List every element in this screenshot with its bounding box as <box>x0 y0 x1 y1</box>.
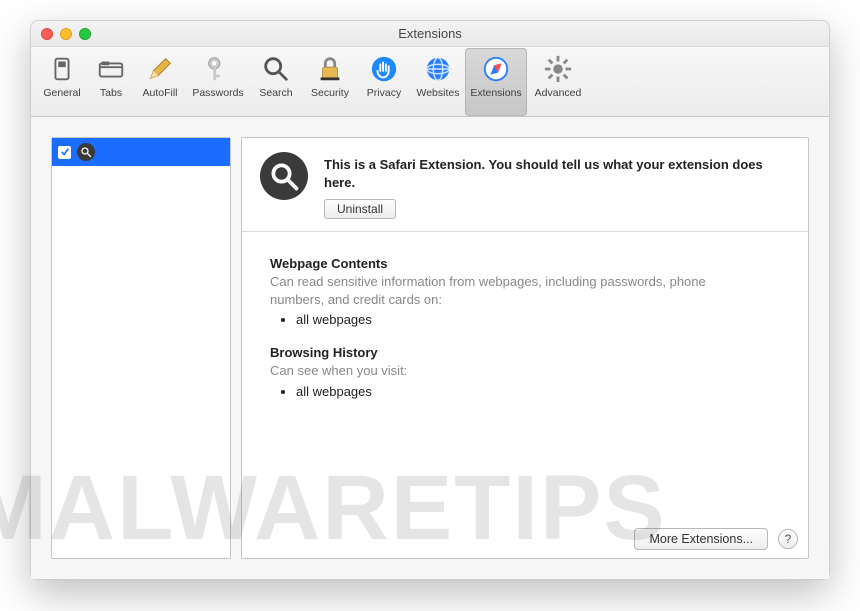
tab-security[interactable]: Security <box>303 48 357 116</box>
perm-item: all webpages <box>296 312 708 327</box>
tab-extensions[interactable]: Extensions <box>465 48 527 116</box>
tab-search-label: Search <box>259 87 292 99</box>
tab-autofill[interactable]: AutoFill <box>133 48 187 116</box>
more-extensions-button[interactable]: More Extensions... <box>634 528 768 550</box>
extensions-sidebar <box>51 137 231 559</box>
tab-advanced-label: Advanced <box>535 87 582 99</box>
extension-header-text: This is a Safari Extension. You should t… <box>324 152 790 219</box>
content-area: This is a Safari Extension. You should t… <box>31 117 829 579</box>
lock-icon <box>315 54 345 84</box>
switch-icon <box>47 54 77 84</box>
window-title: Extensions <box>31 26 829 41</box>
tab-privacy-label: Privacy <box>367 87 401 99</box>
preferences-window: Extensions General Tabs AutoFill Passwor… <box>30 20 830 580</box>
extension-enabled-checkbox[interactable] <box>58 146 71 159</box>
tab-autofill-label: AutoFill <box>142 87 177 99</box>
tab-extensions-label: Extensions <box>470 87 521 99</box>
preferences-toolbar: General Tabs AutoFill Passwords Search <box>31 47 829 117</box>
perm-item: all webpages <box>296 384 708 399</box>
extension-icon <box>260 152 308 200</box>
perm-desc-history: Can see when you visit: <box>270 362 708 380</box>
extension-detail-panel: This is a Safari Extension. You should t… <box>241 137 809 559</box>
tab-general[interactable]: General <box>35 48 89 116</box>
perm-list-webpage: all webpages <box>270 312 708 327</box>
perm-desc-webpage: Can read sensitive information from webp… <box>270 273 708 308</box>
perm-title-webpage: Webpage Contents <box>270 256 708 271</box>
tab-general-label: General <box>43 87 80 99</box>
tab-security-label: Security <box>311 87 349 99</box>
permissions-section: Webpage Contents Can read sensitive info… <box>242 232 808 427</box>
titlebar: Extensions <box>31 21 829 47</box>
extension-header: This is a Safari Extension. You should t… <box>242 138 808 232</box>
help-button[interactable]: ? <box>778 529 798 549</box>
extension-list-item[interactable] <box>52 138 230 166</box>
perm-title-history: Browsing History <box>270 345 708 360</box>
tab-passwords[interactable]: Passwords <box>187 48 249 116</box>
tab-tabs[interactable]: Tabs <box>89 48 133 116</box>
compass-icon <box>481 54 511 84</box>
tab-advanced[interactable]: Advanced <box>527 48 589 116</box>
extension-description: This is a Safari Extension. You should t… <box>324 156 790 191</box>
tab-tabs-label: Tabs <box>100 87 122 99</box>
hand-icon <box>369 54 399 84</box>
tab-websites[interactable]: Websites <box>411 48 465 116</box>
tab-privacy[interactable]: Privacy <box>357 48 411 116</box>
tab-search[interactable]: Search <box>249 48 303 116</box>
tabs-icon <box>96 54 126 84</box>
globe-icon <box>423 54 453 84</box>
perm-list-history: all webpages <box>270 384 708 399</box>
key-icon <box>203 54 233 84</box>
uninstall-button[interactable]: Uninstall <box>324 199 396 219</box>
tab-websites-label: Websites <box>417 87 460 99</box>
tab-passwords-label: Passwords <box>192 87 243 99</box>
gear-icon <box>543 54 573 84</box>
detail-footer: More Extensions... ? <box>634 528 798 550</box>
pencil-icon <box>145 54 175 84</box>
search-icon <box>261 54 291 84</box>
extension-item-icon <box>77 143 95 161</box>
